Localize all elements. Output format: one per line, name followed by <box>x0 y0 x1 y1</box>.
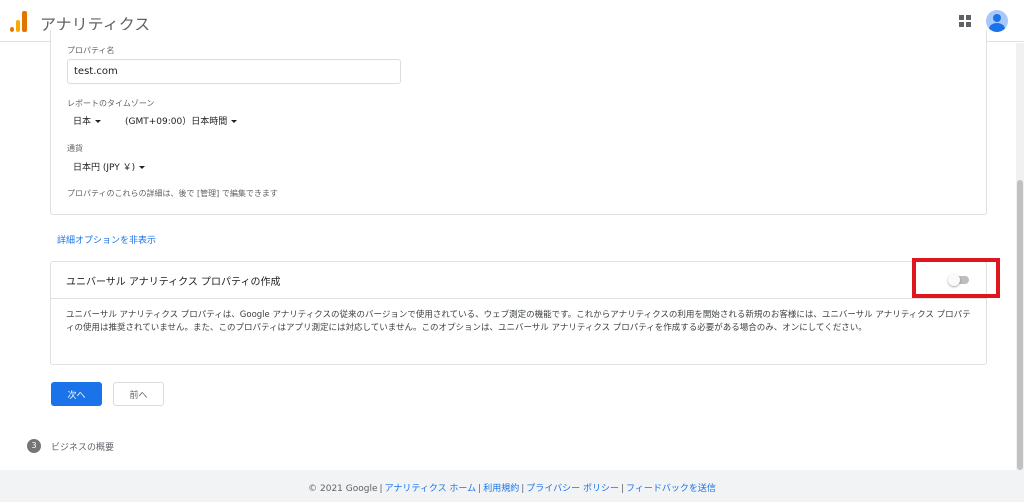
footer-link-feedback[interactable]: フィードバックを送信 <box>626 484 716 494</box>
footer-link-analytics-home[interactable]: アナリティクス ホーム <box>385 484 477 494</box>
hide-advanced-options-link[interactable]: 詳細オプションを非表示 <box>57 233 156 246</box>
timezone-value: (GMT+09:00）日本時間 <box>125 117 228 127</box>
property-name-label: プロパティ名 <box>67 46 115 55</box>
chevron-down-icon <box>95 120 102 123</box>
timezone-label: レポートのタイムゾーン <box>67 99 155 108</box>
timezone-country-value: 日本 <box>73 117 92 127</box>
analytics-logo-icon[interactable] <box>10 10 28 32</box>
account-avatar-icon[interactable] <box>986 10 1008 32</box>
apps-grid-icon[interactable] <box>959 15 971 27</box>
next-button[interactable]: 次へ <box>51 382 102 406</box>
footer-link-terms[interactable]: 利用規約 <box>483 484 519 494</box>
footer-link-privacy[interactable]: プライバシー ポリシー <box>526 484 619 494</box>
currency-label: 通貨 <box>67 144 83 153</box>
step-label-business-overview[interactable]: ビジネスの概要 <box>51 440 114 453</box>
property-name-input[interactable]: test.com <box>67 59 401 84</box>
edit-later-hint: プロパティのこれらの詳細は、後で [管理] で編集できます <box>67 189 278 198</box>
timezone-country-dropdown[interactable]: 日本 <box>73 114 102 127</box>
previous-button[interactable]: 前へ <box>113 382 164 406</box>
universal-analytics-title: ユニバーサル アナリティクス プロパティの作成 <box>66 277 281 288</box>
step-number-badge: 3 <box>27 439 41 453</box>
footer: © 2021 Google | アナリティクス ホーム | 利用規約 | プライバシー ポリ… <box>0 470 1024 502</box>
universal-analytics-toggle[interactable] <box>948 274 970 286</box>
currency-value: 日本円 (JPY ￥) <box>73 163 136 173</box>
scrollbar-thumb[interactable] <box>1017 180 1023 470</box>
chevron-down-icon <box>231 120 238 123</box>
timezone-dropdown[interactable]: (GMT+09:00）日本時間 <box>125 114 238 127</box>
currency-dropdown[interactable]: 日本円 (JPY ￥) <box>73 160 146 173</box>
card-divider <box>51 298 986 299</box>
footer-copyright: © 2021 Google <box>308 484 378 494</box>
universal-analytics-description: ユニバーサル アナリティクス プロパティは、Google アナリティクスの従来の… <box>66 310 971 333</box>
chevron-down-icon <box>139 166 146 169</box>
